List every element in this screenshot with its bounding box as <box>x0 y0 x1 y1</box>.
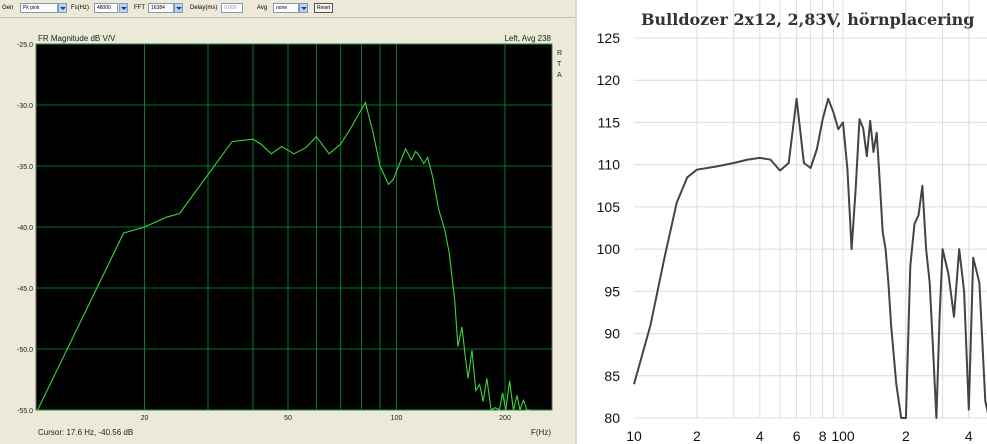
y-tick-label: 115 <box>598 114 621 130</box>
y-tick-label: -55.0 <box>17 408 33 415</box>
x-axis-label: F(Hz) <box>531 428 551 437</box>
x-tick-label: 6 <box>793 428 801 444</box>
y-tick-label: -30.0 <box>17 103 33 110</box>
x-tick-label: 100 <box>391 415 403 422</box>
y-tick-label: -45.0 <box>17 286 33 293</box>
y-tick-labels: 80 85 90 95 100 105 110 115 120 125 <box>597 30 621 426</box>
x-tick-labels: 10 2 4 6 8 100 2 4 <box>626 428 973 444</box>
x-tick-labels: 20 50 100 200 <box>141 415 511 422</box>
y-tick-label: 90 <box>604 326 620 342</box>
x-tick-label: 200 <box>499 415 511 422</box>
x-tick-label: 8 <box>819 428 827 444</box>
chart-title: Bulldozer 2x12, 2,83V, hörnplacering <box>641 10 975 29</box>
side-letter-r: R <box>557 50 562 57</box>
y-tick-label: 95 <box>604 283 620 299</box>
y-tick-label: -40.0 <box>17 225 33 232</box>
side-letter-a: A <box>557 72 562 79</box>
spl-chart-panel: 80 85 90 95 100 105 110 115 120 125 10 2 4 6 8 100 2 4 B… <box>575 0 987 444</box>
x-tick-label: 100 <box>831 428 855 444</box>
y-tick-label: -35.0 <box>17 164 33 171</box>
y-tick-label: 85 <box>604 368 620 384</box>
y-tick-label: -50.0 <box>17 347 33 354</box>
y-tick-label: -25.0 <box>17 42 33 49</box>
y-tick-label: 100 <box>597 241 621 257</box>
side-letter-t: T <box>557 61 562 68</box>
channel-label: Left, Avg 238 <box>504 34 551 43</box>
x-tick-label: 4 <box>965 428 973 444</box>
x-tick-label: 4 <box>756 428 764 444</box>
x-tick-label: 2 <box>693 428 701 444</box>
y-tick-label: 110 <box>598 157 621 173</box>
chart-title: FR Magnitude dB V/V <box>38 34 116 43</box>
rew-panel: Gen Pk pink Fs(Hz) 48000 FFT 16384 Delay… <box>0 0 575 444</box>
y-tick-label: 125 <box>597 30 621 46</box>
cursor-readout: Cursor: 17.6 Hz, -40.56 dB <box>38 428 133 437</box>
x-tick-label: 20 <box>141 415 149 422</box>
y-tick-label: 120 <box>597 72 621 88</box>
x-tick-label: 2 <box>902 428 910 444</box>
frequency-response-chart: -25.0 -30.0 -35.0 -40.0 -45.0 -50.0 -55.0 20 50… <box>17 34 562 437</box>
y-tick-label: 105 <box>597 199 621 215</box>
x-tick-label: 10 <box>626 428 642 444</box>
spl-chart: 80859095100105110115120125 10 2 4 6 8 100 2 4 <box>597 0 987 444</box>
y-tick-label: 80 <box>604 410 620 426</box>
x-tick-label: 50 <box>284 415 292 422</box>
y-tick-labels: -25.0 -30.0 -35.0 -40.0 -45.0 -50.0 -55.0 <box>17 42 33 415</box>
